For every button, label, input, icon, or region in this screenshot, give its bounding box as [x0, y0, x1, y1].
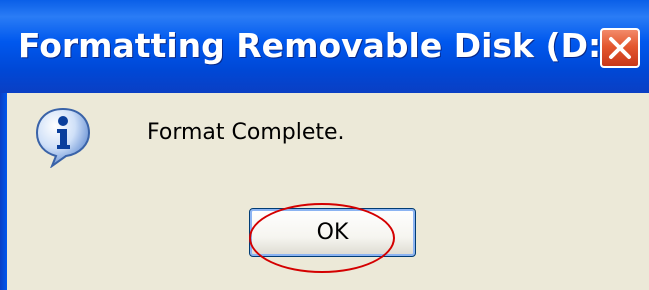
close-icon	[609, 37, 631, 59]
ok-button[interactable]: OK	[249, 208, 416, 257]
dialog-title: Formatting Removable Disk (D:)	[18, 26, 617, 65]
title-bar[interactable]: Formatting Removable Disk (D:)	[0, 0, 649, 93]
window-frame-left	[0, 93, 7, 290]
format-complete-dialog: Formatting Removable Disk (D:) Format Co…	[0, 0, 649, 290]
info-icon	[35, 107, 91, 168]
close-button[interactable]	[600, 28, 640, 68]
message-text: Format Complete.	[147, 120, 345, 145]
